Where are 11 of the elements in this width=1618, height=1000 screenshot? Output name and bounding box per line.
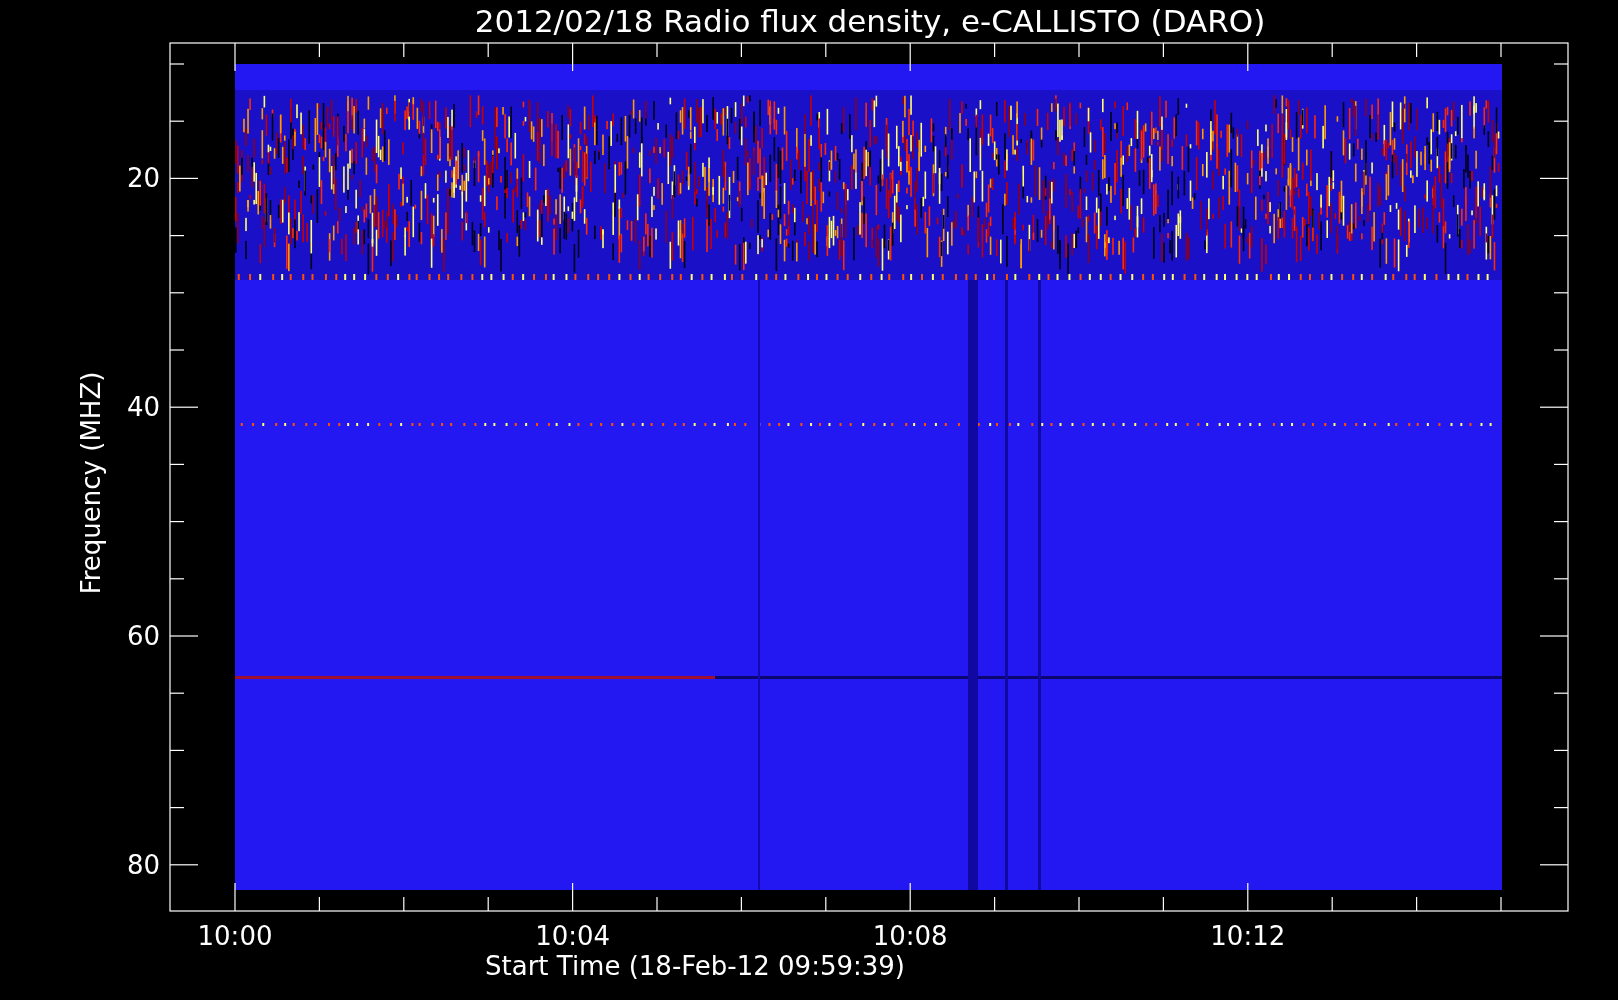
y-tick-label: 20 — [126, 163, 160, 194]
y-tick-label: 80 — [126, 849, 160, 880]
x-tick-label: 10:12 — [1210, 921, 1286, 951]
y-axis-label: Frequency (MHZ) — [76, 371, 106, 595]
x-tick-label: 10:08 — [872, 921, 948, 951]
x-axis-label: Start Time (18-Feb-12 09:59:39) — [485, 951, 905, 981]
x-tick-label: 10:00 — [197, 921, 273, 951]
y-tick-label: 40 — [126, 392, 160, 423]
x-tick-label: 10:04 — [535, 921, 611, 951]
y-tick-label: 60 — [126, 621, 160, 651]
chart-title: 2012/02/18 Radio flux density, e-CALLISTO (DARO) — [474, 3, 1266, 39]
